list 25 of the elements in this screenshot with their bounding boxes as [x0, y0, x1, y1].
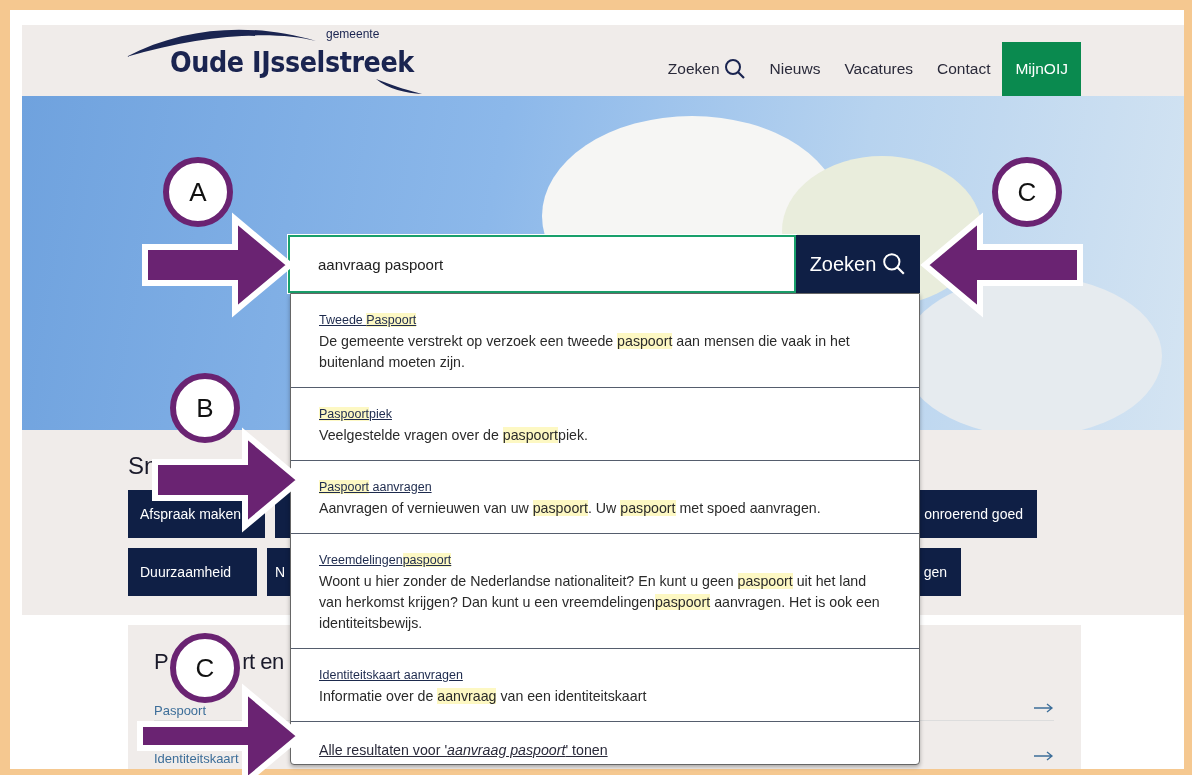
arrow-right-icon — [1034, 703, 1054, 713]
result-link[interactable]: Identiteitskaart aanvragen — [319, 668, 463, 682]
result-link[interactable]: Paspoort aanvragen — [319, 480, 432, 494]
account-button[interactable]: MijnOIJ — [1002, 42, 1081, 96]
result-link[interactable]: Vreemdelingenpaspoort — [319, 553, 452, 567]
search-icon — [723, 58, 746, 80]
nav-link[interactable]: Vacatures — [836, 42, 922, 96]
result-description: Woont u hier zonder de Nederlandse nationaliteit? En kunt u geen paspoort uit het land van herkomst krijgen? Dan kunt u een vreemdelingenpaspoort aanvragen. Het is ook een identiteitsbewijs. — [319, 572, 881, 633]
quick-link-button[interactable]: Duurzaamheid — [128, 548, 257, 596]
section-heading: P — [154, 649, 169, 676]
result-description: Aanvragen of vernieuwen van uw paspoort. Uw paspoort met spoed aanvragen. — [319, 499, 822, 518]
topic-link[interactable]: Paspoort — [154, 703, 207, 718]
search-field[interactable]: aanvraag paspoort — [288, 235, 796, 293]
all-results-link[interactable]: Alle resultaten voor 'aanvraag paspoort' tonen — [319, 742, 608, 758]
search-icon — [882, 252, 907, 276]
arrow-right-icon — [1034, 751, 1054, 761]
nav-link[interactable]: Contact — [929, 42, 999, 96]
section-heading: rt en — [242, 649, 284, 676]
search-link[interactable]: Zoeken — [659, 42, 754, 96]
nav-link[interactable]: Nieuws — [761, 42, 829, 96]
result-description: Informatie over de aanvraag van een identiteitskaart — [319, 687, 648, 706]
result-description: Veelgestelde vragen over de paspoortpiek. — [319, 426, 589, 445]
topic-link[interactable]: Identiteitskaart — [154, 751, 239, 766]
search-button[interactable]: Zoeken — [796, 235, 920, 293]
result-description: De gemeente verstrekt op verzoek een tweede paspoort aan mensen die vaak in het buitenland moeten zijn. — [319, 332, 851, 372]
